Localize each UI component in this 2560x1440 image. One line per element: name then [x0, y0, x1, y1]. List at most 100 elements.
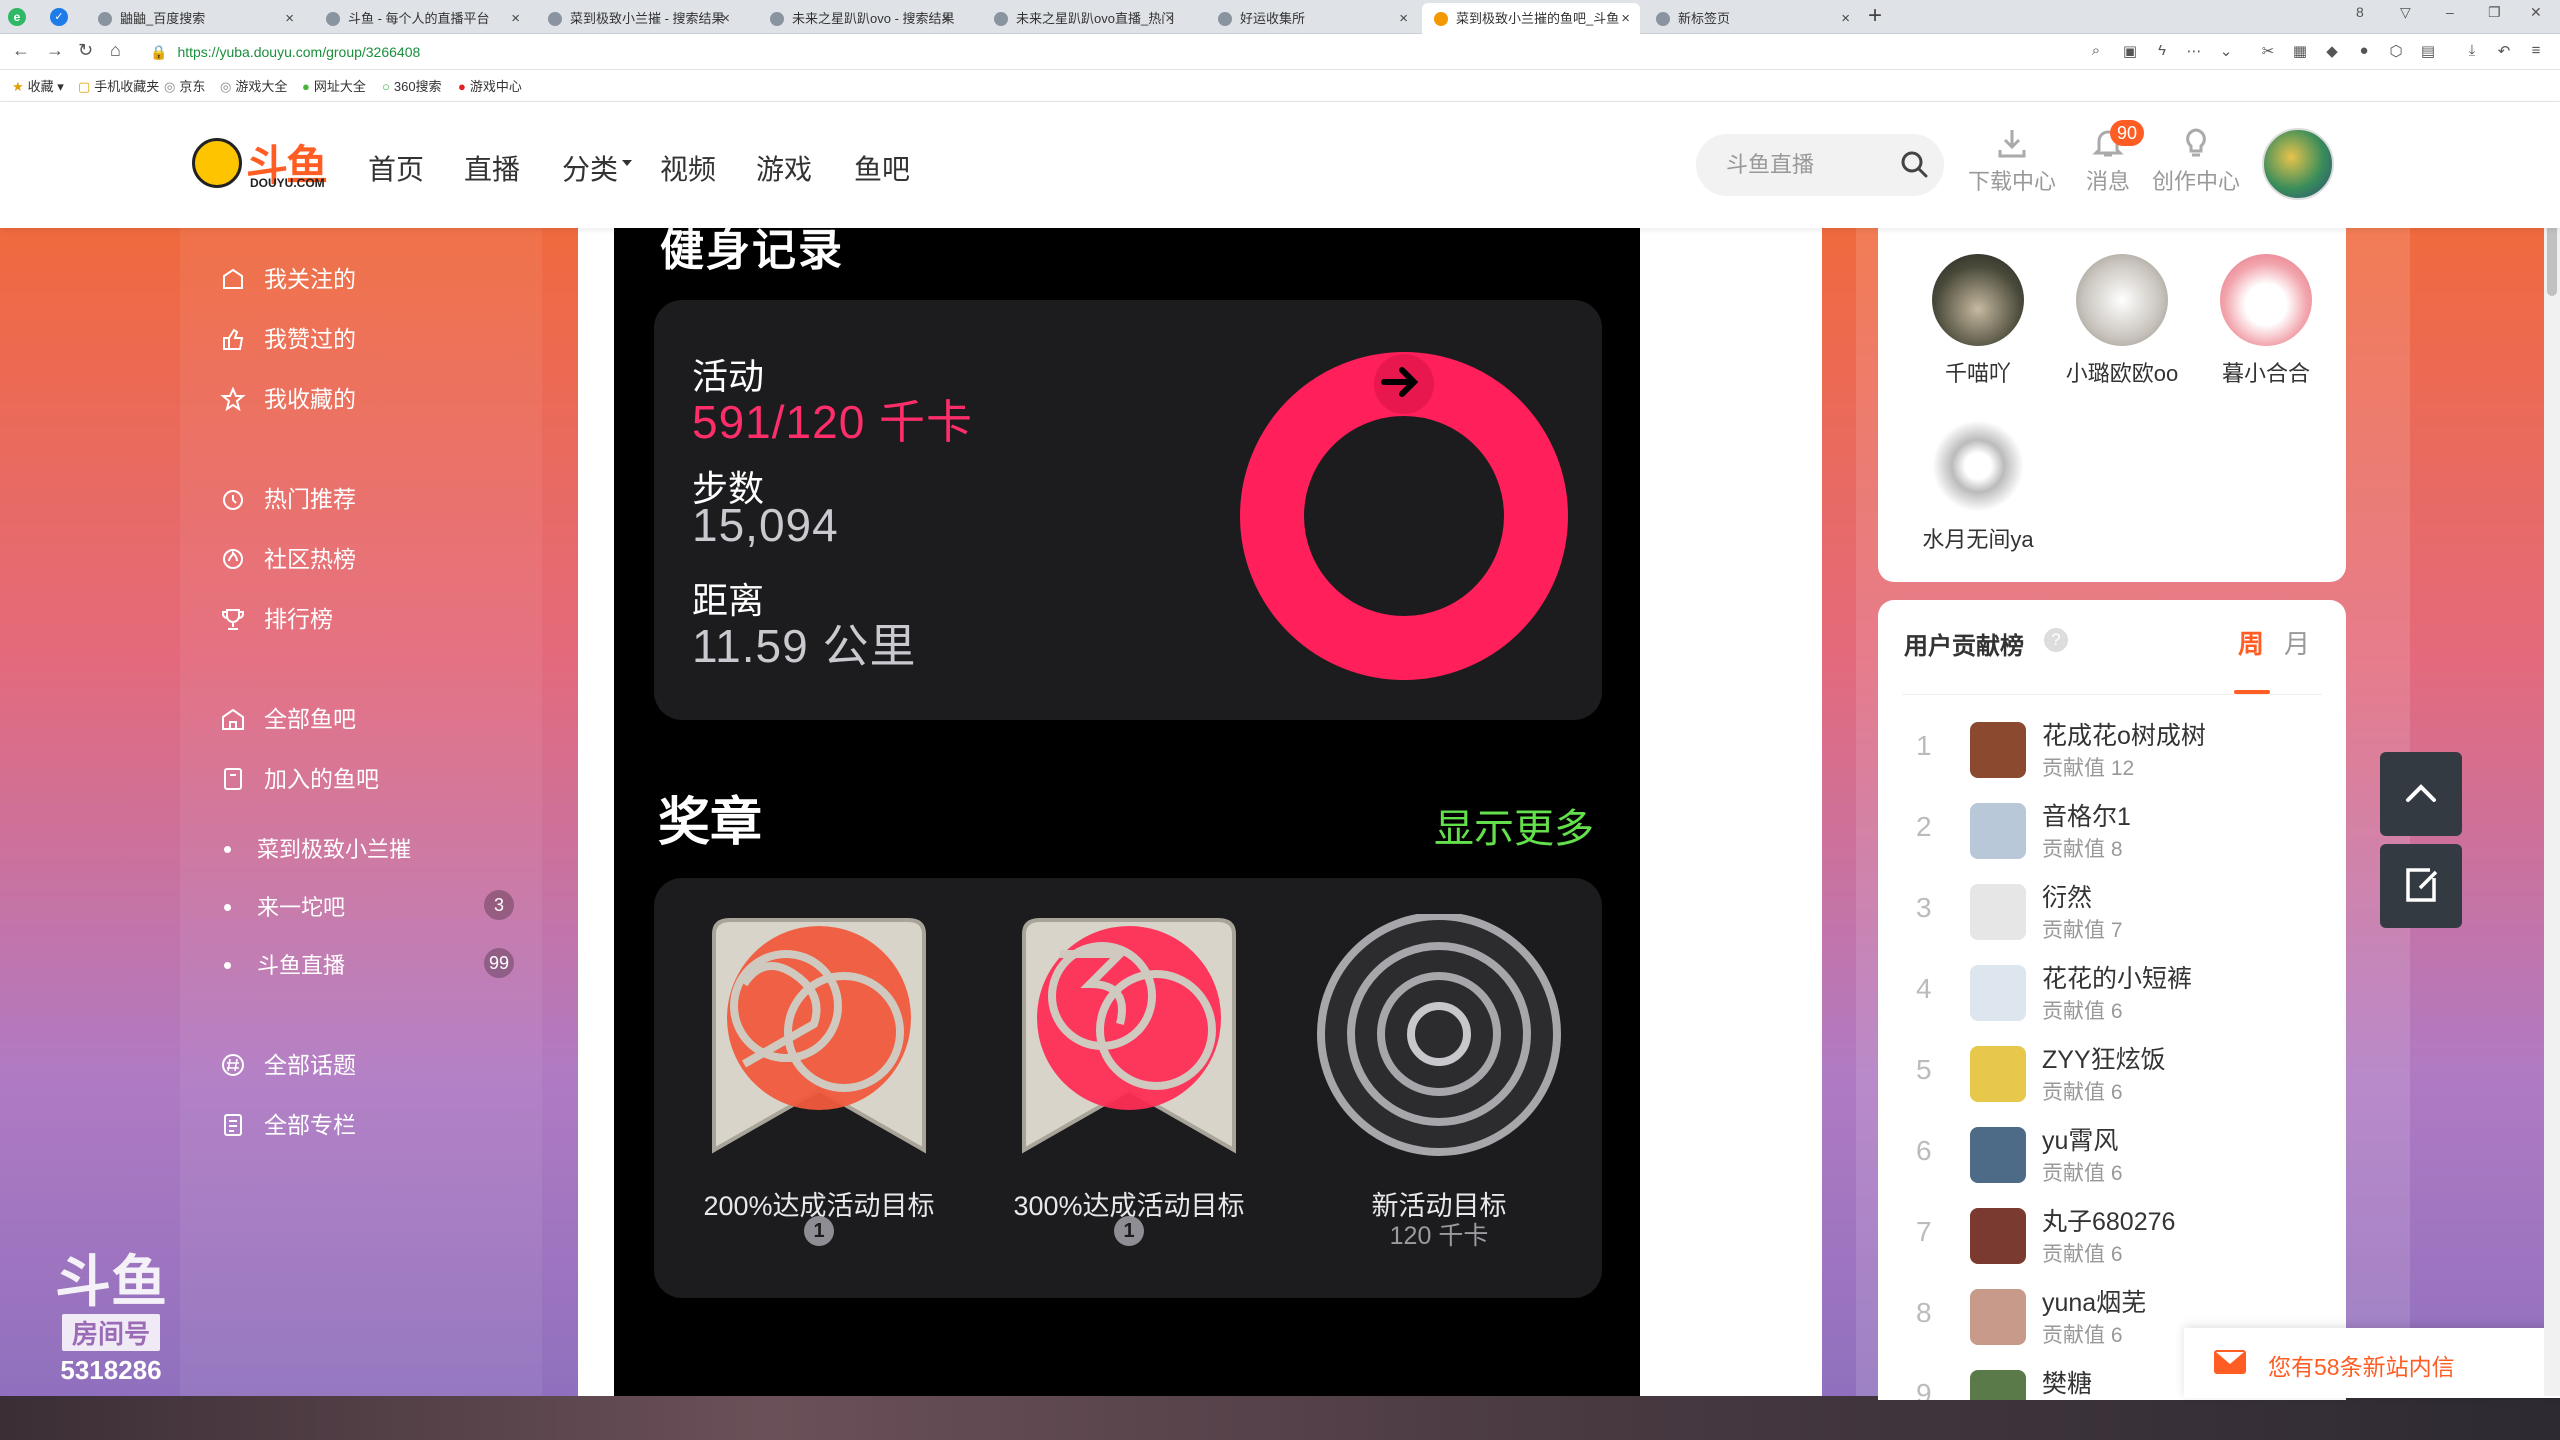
medal-count-badge: 1 [804, 1216, 834, 1246]
back-to-top-button[interactable] [2380, 752, 2462, 836]
browser-tab[interactable]: 斗鱼 - 每个人的直播平台 × [314, 3, 530, 34]
extension3-icon[interactable]: ● [2354, 42, 2374, 62]
sidebar-item-all-groups[interactable]: 全部鱼吧 [220, 700, 356, 740]
help-icon[interactable]: ? [2044, 628, 2068, 652]
scrollbar-track[interactable] [2544, 102, 2560, 1396]
sidebar-item-topics[interactable]: 全部话题 [220, 1046, 356, 1086]
sidebar-item-hot[interactable]: 热门推荐 [220, 480, 356, 520]
close-window-button[interactable]: ✕ [2530, 4, 2542, 21]
close-tab-icon[interactable]: × [1621, 3, 1630, 34]
refresh-icon[interactable]: ↻ [78, 40, 93, 61]
scissors-icon[interactable]: ✂ [2258, 42, 2278, 62]
nav-category[interactable]: 分类 [562, 148, 618, 188]
bookmark-favorites[interactable]: ★ 收藏 ▾ [12, 76, 64, 95]
bookmark-mobile[interactable]: ▢ 手机收藏夹 [78, 76, 159, 95]
download-center-button[interactable]: 下载中心 [1962, 126, 2062, 196]
medal-200-icon[interactable] [694, 914, 944, 1174]
sidebar-item-liked[interactable]: 我赞过的 [220, 320, 356, 360]
rank-row[interactable]: 6 yu霄风 贡献值 6 [1878, 1113, 2346, 1193]
compose-post-button[interactable] [2380, 844, 2462, 928]
user-avatar[interactable] [2262, 128, 2334, 200]
apps-icon[interactable]: ▤ [2418, 42, 2438, 62]
creator-center-button[interactable]: 创作中心 [2146, 126, 2246, 196]
show-more-link[interactable]: 显示更多 [1434, 796, 1594, 854]
chevron-down-icon[interactable]: ⌄ [2216, 42, 2236, 62]
fan-item[interactable]: 千喵吖 [1908, 254, 2048, 388]
download-icon[interactable]: ⤓ [2462, 42, 2482, 62]
browser-tab[interactable]: 未来之星趴趴ovo直播_热门 × [982, 3, 1184, 34]
nav-home[interactable]: 首页 [368, 148, 424, 188]
nav-yuba[interactable]: 鱼吧 [854, 148, 910, 188]
new-goal-medal-icon[interactable] [1314, 914, 1564, 1174]
sidebar-item-community-hot[interactable]: 社区热榜 [220, 540, 356, 580]
bookmark-games[interactable]: ◎ 游戏大全 [220, 76, 287, 95]
shield-icon[interactable]: ⬡ [2386, 42, 2406, 62]
bookmark-gamecenter[interactable]: ● 游戏中心 [458, 76, 522, 95]
sidebar-item-joined-groups[interactable]: 加入的鱼吧 [220, 760, 379, 800]
fan-item[interactable]: 小璐欧欧oo [2052, 254, 2192, 388]
rank-number: 3 [1916, 892, 1932, 923]
fan-item[interactable]: 暮小合合 [2196, 254, 2336, 388]
browser-tab[interactable]: 菜到极致小兰摧的鱼吧_斗鱼 × [1422, 3, 1640, 34]
joined-group-item[interactable]: 来一坨吧 3 [224, 890, 514, 930]
search-icon[interactable] [1900, 150, 1928, 178]
nav-live[interactable]: 直播 [464, 148, 520, 188]
rank-row[interactable]: 1 花成花o树成树 贡献值 12 [1878, 708, 2346, 788]
post-image[interactable]: 健身记录 活动 591/120 千卡 步数 15,094 距离 11.59 公里… [614, 228, 1640, 1396]
close-tab-icon[interactable]: × [1165, 3, 1174, 34]
close-tab-icon[interactable]: × [1841, 3, 1850, 34]
window-shirt-icon[interactable]: ▽ [2400, 4, 2411, 21]
rank-row[interactable]: 7 丸子680276 贡献值 6 [1878, 1194, 2346, 1274]
close-tab-icon[interactable]: × [721, 3, 730, 34]
sidebar-item-following[interactable]: 我关注的 [220, 260, 356, 300]
fan-item[interactable]: 水月无间ya [1908, 420, 2048, 554]
close-tab-icon[interactable]: × [1399, 3, 1408, 34]
sidebar-item-columns[interactable]: 全部专栏 [220, 1106, 356, 1146]
browser-tab[interactable]: 未来之星趴趴ovo - 搜索结果 × [758, 3, 960, 34]
search-input[interactable] [1726, 150, 1886, 180]
nav-games[interactable]: 游戏 [756, 148, 812, 188]
medal-300-icon[interactable] [1004, 914, 1254, 1174]
zoom-icon[interactable]: ⌕ [2086, 42, 2106, 62]
close-tab-icon[interactable]: × [285, 3, 294, 34]
home-icon[interactable]: ⌂ [110, 40, 121, 61]
inbox-notification[interactable]: 您有58条新站内信 [2184, 1328, 2560, 1398]
close-tab-icon[interactable]: × [511, 3, 520, 34]
joined-group-item[interactable]: 菜到极致小兰摧 [224, 832, 514, 872]
nav-video[interactable]: 视频 [660, 148, 716, 188]
browser-tab[interactable]: 好运收集所 × [1206, 3, 1418, 34]
rank-row[interactable]: 3 衍然 贡献值 7 [1878, 870, 2346, 950]
extension-icon[interactable]: ▦ [2290, 42, 2310, 62]
douyu-logo[interactable]: 斗鱼 DOUYU.COM [192, 132, 332, 192]
browser-logo-icon[interactable]: e [8, 8, 26, 26]
browser-tab[interactable]: 鼬鼬_百度搜索 × [86, 3, 304, 34]
screenshot-icon[interactable]: ▣ [2120, 42, 2140, 62]
bookmark-sites[interactable]: ● 网址大全 [302, 76, 366, 95]
sidebar-item-collected[interactable]: 我收藏的 [220, 380, 356, 420]
menu-icon[interactable]: ≡ [2526, 42, 2546, 62]
restore-button[interactable]: ❐ [2488, 4, 2501, 21]
tab-week[interactable]: 周 [2238, 624, 2264, 661]
more-icon[interactable]: ⋯ [2184, 42, 2204, 62]
undo-icon[interactable]: ↶ [2494, 42, 2514, 62]
sidebar-item-ranking[interactable]: 排行榜 [220, 600, 333, 640]
browser-sync-icon[interactable]: ✓ [50, 8, 68, 26]
tab-month[interactable]: 月 [2284, 624, 2310, 661]
joined-group-item[interactable]: 斗鱼直播 99 [224, 948, 514, 988]
minimize-button[interactable]: – [2446, 4, 2454, 20]
forward-icon[interactable]: → [46, 40, 64, 61]
rank-row[interactable]: 4 花花的小短裤 贡献值 6 [1878, 951, 2346, 1031]
back-icon[interactable]: ← [12, 40, 30, 61]
close-tab-icon[interactable]: × [941, 3, 950, 34]
url-field[interactable]: 🔒 https://yuba.douyu.com/group/3266408 [150, 39, 2050, 65]
browser-tab[interactable]: 菜到极致小兰摧 - 搜索结果 × [536, 3, 740, 34]
bookmark-360[interactable]: ○ 360搜索 [382, 76, 442, 95]
rank-row[interactable]: 5 ZYY狂炫饭 贡献值 6 [1878, 1032, 2346, 1112]
window-pin-icon[interactable]: 8 [2356, 4, 2364, 20]
browser-tab[interactable]: 新标签页 × [1644, 3, 1860, 34]
lightning-icon[interactable]: ϟ [2152, 42, 2172, 62]
new-tab-button[interactable]: + [1868, 2, 1882, 30]
bookmark-jd[interactable]: ◎ 京东 [164, 76, 205, 95]
extension2-icon[interactable]: ◆ [2322, 42, 2342, 62]
rank-row[interactable]: 2 音格尔1 贡献值 8 [1878, 789, 2346, 869]
